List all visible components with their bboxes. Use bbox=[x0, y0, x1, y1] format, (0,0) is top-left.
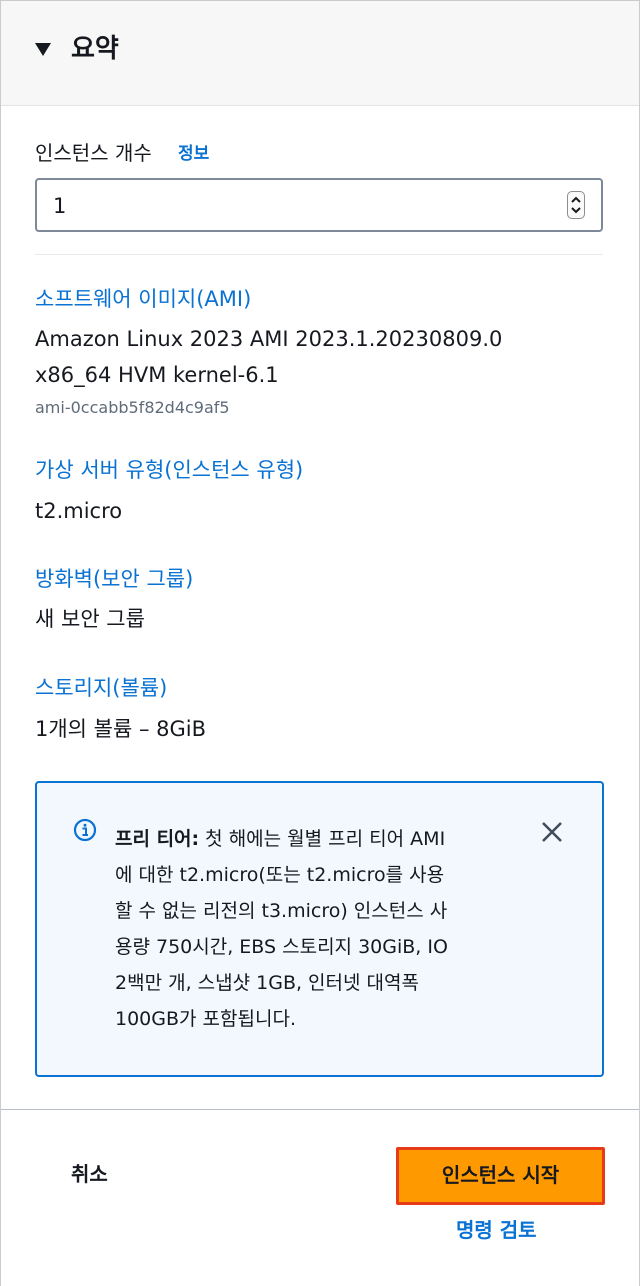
instance-count-input[interactable]: 1 bbox=[35, 178, 603, 232]
summary-header[interactable]: 요약 bbox=[1, 1, 639, 106]
storage-value: 1개의 볼륨 – 8GiB bbox=[35, 717, 207, 741]
info-icon bbox=[73, 818, 97, 842]
divider bbox=[35, 254, 603, 255]
free-tier-line5: 2백만 개, 스냅샷 1GB, 인터넷 대역폭 bbox=[115, 972, 419, 994]
free-tier-heading: 프리 티어: bbox=[115, 828, 200, 850]
free-tier-line1: 첫 해에는 월별 프리 티어 AMI bbox=[199, 828, 446, 850]
storage-title-link[interactable]: 스토리지(볼륨) bbox=[35, 673, 167, 703]
caret-down-icon[interactable] bbox=[35, 43, 51, 56]
firewall-value: 새 보안 그룹 bbox=[35, 607, 145, 631]
number-spinner[interactable] bbox=[567, 191, 585, 219]
spinner-up-icon bbox=[571, 196, 581, 203]
review-commands-link[interactable]: 명령 검토 bbox=[456, 1216, 537, 1244]
free-tier-alert: 프리 티어: 첫 해에는 월별 프리 티어 AMI 에 대한 t2.micro(… bbox=[35, 781, 604, 1077]
summary-panel: 요약 인스턴스 개수 정보 1 소프트웨어 이미지(AMI) Amazon Li… bbox=[0, 0, 640, 1286]
free-tier-line2: 에 대한 t2.micro(또는 t2.micro를 사용 bbox=[115, 864, 445, 886]
cancel-button[interactable]: 취소 bbox=[71, 1160, 108, 1188]
ami-name-line1: Amazon Linux 2023 AMI 2023.1.20230809.0 bbox=[35, 327, 503, 351]
ami-name-line2: x86_64 HVM kernel-6.1 bbox=[35, 363, 279, 387]
ami-title-link[interactable]: 소프트웨어 이미지(AMI) bbox=[35, 284, 251, 314]
ami-id: ami-0ccabb5f82d4c9af5 bbox=[35, 398, 230, 417]
launch-instance-button[interactable]: 인스턴스 시작 bbox=[396, 1147, 605, 1205]
footer-actions: 취소 인스턴스 시작 명령 검토 bbox=[1, 1109, 639, 1286]
free-tier-line3: 할 수 없는 리전의 t3.micro) 인스턴스 사 bbox=[115, 900, 448, 922]
firewall-title-link[interactable]: 방화벽(보안 그룹) bbox=[35, 564, 193, 594]
info-link[interactable]: 정보 bbox=[178, 141, 209, 167]
spinner-down-icon bbox=[571, 207, 581, 214]
close-icon[interactable] bbox=[539, 819, 565, 845]
instance-type-title-link[interactable]: 가상 서버 유형(인스턴스 유형) bbox=[35, 455, 303, 485]
instance-count-value: 1 bbox=[53, 194, 67, 218]
free-tier-text: 프리 티어: 첫 해에는 월별 프리 티어 AMI 에 대한 t2.micro(… bbox=[115, 821, 507, 1037]
instance-type-value: t2.micro bbox=[35, 499, 123, 523]
free-tier-line4: 용량 750시간, EBS 스토리지 30GiB, IO bbox=[115, 936, 448, 958]
summary-title: 요약 bbox=[71, 34, 119, 64]
instance-count-label: 인스턴스 개수 bbox=[35, 141, 152, 165]
free-tier-line6: 100GB가 포함됩니다. bbox=[115, 1008, 296, 1030]
